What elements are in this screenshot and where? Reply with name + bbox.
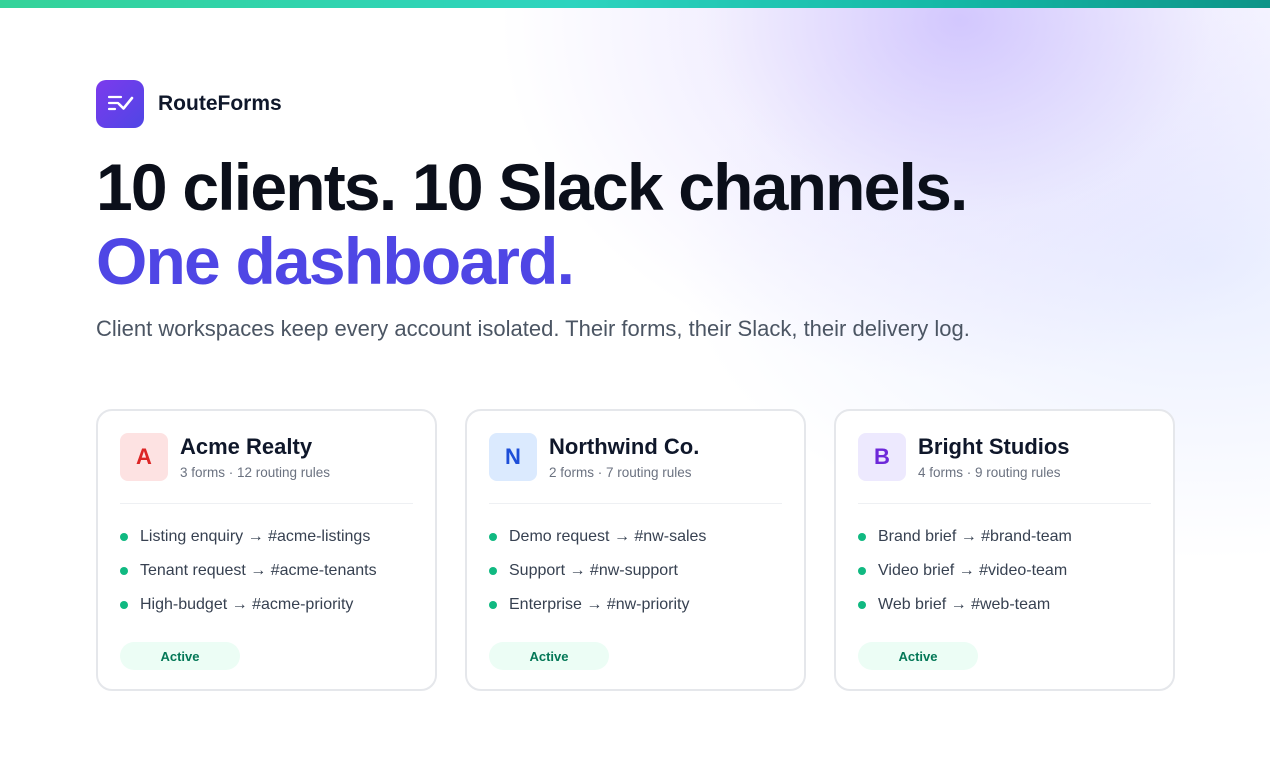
subheadline: Client workspaces keep every account iso… <box>96 316 970 341</box>
client-card-northwind[interactable]: N Northwind Co. 2 forms · 7 routing rule… <box>465 409 806 691</box>
routing-rule: Tenant request → #acme-tenants <box>120 554 413 588</box>
status-badge: Active <box>120 642 240 670</box>
routing-rule: Enterprise → #nw-priority <box>489 588 782 622</box>
status-badge: Active <box>858 642 978 670</box>
routing-rule-text: Tenant request → #acme-tenants <box>140 562 377 579</box>
card-divider <box>489 503 782 504</box>
client-cards: A Acme Realty 3 forms · 12 routing rules… <box>96 409 1175 691</box>
status-dot <box>489 601 497 609</box>
client-name: Bright Studios <box>918 434 1070 459</box>
client-avatar: B <box>858 433 906 481</box>
status-dot <box>858 601 866 609</box>
routing-rule-text: Video brief → #video-team <box>878 562 1068 579</box>
routing-rule-text: High-budget → #acme-priority <box>140 596 354 613</box>
status-badge: Active <box>489 642 609 670</box>
client-meta: 4 forms · 9 routing rules <box>918 465 1061 480</box>
client-meta: 3 forms · 12 routing rules <box>180 465 331 480</box>
client-meta: 2 forms · 7 routing rules <box>549 465 692 480</box>
card-divider <box>120 503 413 504</box>
status-dot <box>120 533 128 541</box>
status-dot <box>858 567 866 575</box>
routing-rule-text: Enterprise → #nw-priority <box>509 596 690 613</box>
routing-rule: High-budget → #acme-priority <box>120 588 413 622</box>
routing-rule: Demo request → #nw-sales <box>489 520 782 554</box>
client-name: Acme Realty <box>180 434 313 459</box>
card-divider <box>858 503 1151 504</box>
client-card-bright-studios[interactable]: B Bright Studios 4 forms · 9 routing rul… <box>834 409 1175 691</box>
status-dot <box>120 601 128 609</box>
client-card-acme-realty[interactable]: A Acme Realty 3 forms · 12 routing rules… <box>96 409 437 691</box>
brand-name: RouteForms <box>158 92 282 115</box>
checklist-icon <box>96 80 144 128</box>
routing-rule-text: Web brief → #web-team <box>878 596 1051 613</box>
routing-rules: Demo request → #nw-sales Support → #nw-s… <box>489 520 782 622</box>
avatar-initial: N <box>505 444 521 469</box>
routing-rules: Brand brief → #brand-team Video brief → … <box>858 520 1151 622</box>
routing-rule: Brand brief → #brand-team <box>858 520 1151 554</box>
headline-line-1: 10 clients. 10 Slack channels. <box>96 150 968 224</box>
status-dot <box>858 533 866 541</box>
headline: 10 clients. 10 Slack channels. One dashb… <box>96 150 1196 298</box>
routing-rule-text: Listing enquiry → #acme-listings <box>140 528 371 545</box>
client-avatar: N <box>489 433 537 481</box>
routing-rule: Listing enquiry → #acme-listings <box>120 520 413 554</box>
client-name: Northwind Co. <box>549 434 700 459</box>
status-dot <box>489 567 497 575</box>
routing-rule: Web brief → #web-team <box>858 588 1151 622</box>
brand[interactable]: RouteForms <box>96 80 282 128</box>
headline-line-2: One dashboard. <box>96 224 575 298</box>
routing-rule: Video brief → #video-team <box>858 554 1151 588</box>
avatar-initial: B <box>874 444 890 469</box>
routing-rule-text: Brand brief → #brand-team <box>878 528 1072 545</box>
status-dot <box>489 533 497 541</box>
routing-rule: Support → #nw-support <box>489 554 782 588</box>
card-header: B Bright Studios 4 forms · 9 routing rul… <box>858 433 1151 481</box>
routing-rule-text: Demo request → #nw-sales <box>509 528 707 545</box>
card-header: N Northwind Co. 2 forms · 7 routing rule… <box>489 433 782 481</box>
routing-rules: Listing enquiry → #acme-listings Tenant … <box>120 520 413 622</box>
routing-rule-text: Support → #nw-support <box>509 562 678 579</box>
client-avatar: A <box>120 433 168 481</box>
status-dot <box>120 567 128 575</box>
avatar-initial: A <box>136 444 152 469</box>
top-accent-bar <box>0 0 1270 8</box>
card-header: A Acme Realty 3 forms · 12 routing rules <box>120 433 413 481</box>
